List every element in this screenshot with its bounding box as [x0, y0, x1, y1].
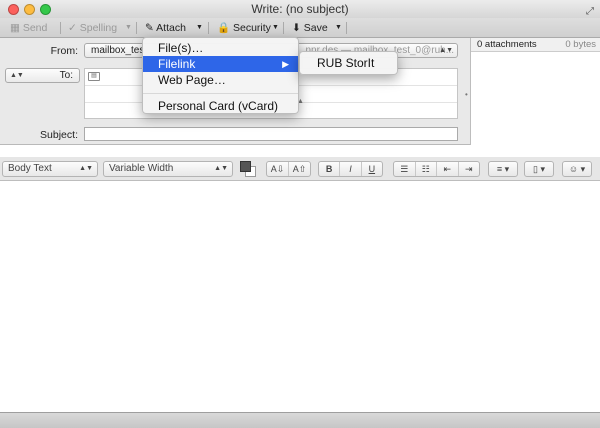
submenu-arrow-icon: ▶: [282, 59, 289, 69]
toolbar-divider: [136, 22, 137, 34]
smiley-icon: ☺ ▾: [568, 164, 586, 174]
splitter-grip-icon[interactable]: •: [465, 90, 468, 99]
text-color-swatch[interactable]: [240, 161, 251, 172]
save-dropdown-icon[interactable]: ▼: [335, 21, 342, 35]
menu-item-personal-card[interactable]: Personal Card (vCard): [143, 98, 298, 114]
font-select[interactable]: Variable Width ▲▼: [103, 161, 233, 177]
emoticon-menu[interactable]: ☺ ▾: [562, 161, 592, 177]
subject-label: Subject:: [40, 129, 78, 141]
bullet-list-icon[interactable]: ☰: [394, 162, 416, 176]
checkmark-icon: ✓: [68, 22, 77, 34]
toolbar: ▦ Send ✓ Spelling ▼ ✎ Attach ▼ 🔒 Securit…: [0, 18, 600, 38]
font-larger-button[interactable]: A⇧: [289, 162, 310, 176]
attach-menu: File(s)… Filelink ▶ Web Page… Personal C…: [142, 37, 299, 114]
from-label: From:: [50, 45, 78, 57]
subject-input[interactable]: [84, 127, 458, 141]
toolbar-divider: [283, 22, 284, 34]
indent-icon[interactable]: ⇥: [459, 162, 480, 176]
title-bar: Write: (no subject) ⤢: [0, 0, 600, 18]
toolbar-divider: [208, 22, 209, 34]
select-arrows-icon: ▲▼: [79, 165, 93, 172]
insert-menu[interactable]: ▯ ▾: [524, 161, 554, 177]
zoom-window-button[interactable]: [40, 4, 51, 15]
toolbar-divider: [346, 22, 347, 34]
numbered-list-icon[interactable]: ☷: [416, 162, 437, 176]
paragraph-style-select[interactable]: Body Text ▲▼: [2, 161, 98, 177]
recipient-type-select[interactable]: ▲▼ To:: [5, 68, 80, 83]
paperclip-icon: ✎: [145, 22, 154, 34]
underline-button[interactable]: U: [362, 162, 382, 176]
italic-button[interactable]: I: [340, 162, 362, 176]
bold-button[interactable]: B: [319, 162, 341, 176]
menu-item-filelink[interactable]: Filelink ▶: [143, 56, 298, 72]
format-toolbar: Body Text ▲▼ Variable Width ▲▼ A⇩ A⇧ B I…: [0, 157, 600, 181]
spelling-button[interactable]: ✓ Spelling: [68, 21, 117, 35]
attachment-header: 0 attachments 0 bytes: [471, 38, 600, 52]
security-button[interactable]: 🔒 Security: [217, 21, 271, 35]
document-icon: ▯ ▾: [533, 164, 545, 174]
attachment-count: 0 attachments: [477, 39, 537, 50]
outdent-icon[interactable]: ⇤: [437, 162, 459, 176]
address-card-icon: ▤: [88, 72, 100, 81]
text-style-group: B I U: [318, 161, 383, 177]
attachment-panel[interactable]: 0 attachments 0 bytes: [470, 38, 600, 145]
send-button[interactable]: ▦ Send: [10, 21, 47, 35]
menu-item-files[interactable]: File(s)…: [143, 40, 298, 56]
attach-button[interactable]: ✎ Attach: [145, 21, 186, 35]
menu-separator: [143, 93, 298, 94]
message-body-editor[interactable]: [0, 182, 600, 412]
to-label: To:: [59, 70, 73, 81]
toolbar-divider: [60, 22, 61, 34]
select-arrows-icon: ▲▼: [214, 165, 228, 172]
font-smaller-button[interactable]: A⇩: [267, 162, 289, 176]
align-left-icon: ≡ ▾: [496, 164, 510, 174]
status-bar: [0, 412, 600, 428]
menu-item-web-page[interactable]: Web Page…: [143, 72, 298, 88]
attachment-size: 0 bytes: [565, 39, 596, 50]
security-dropdown-icon[interactable]: ▼: [272, 21, 279, 35]
spelling-dropdown-icon[interactable]: ▼: [125, 21, 132, 35]
send-icon: ▦: [10, 22, 20, 34]
window-title: Write: (no subject): [251, 2, 349, 16]
alignment-menu[interactable]: ≡ ▾: [488, 161, 518, 177]
from-value: mailbox_tes: [91, 45, 145, 56]
lock-icon: 🔒: [217, 22, 231, 34]
filelink-submenu: RUB StorIt: [299, 51, 398, 75]
save-button[interactable]: ⬇ Save: [292, 21, 328, 35]
select-arrows-icon: ▲▼: [439, 47, 453, 54]
select-arrows-icon: ▲▼: [10, 72, 24, 79]
close-window-button[interactable]: [8, 4, 19, 15]
download-arrow-icon: ⬇: [292, 22, 301, 34]
attach-dropdown-icon[interactable]: ▼: [196, 21, 203, 35]
minimize-window-button[interactable]: [24, 4, 35, 15]
font-size-group: A⇩ A⇧: [266, 161, 311, 177]
list-indent-group: ☰ ☷ ⇤ ⇥: [393, 161, 480, 177]
menu-item-rub-storit[interactable]: RUB StorIt: [300, 55, 397, 71]
